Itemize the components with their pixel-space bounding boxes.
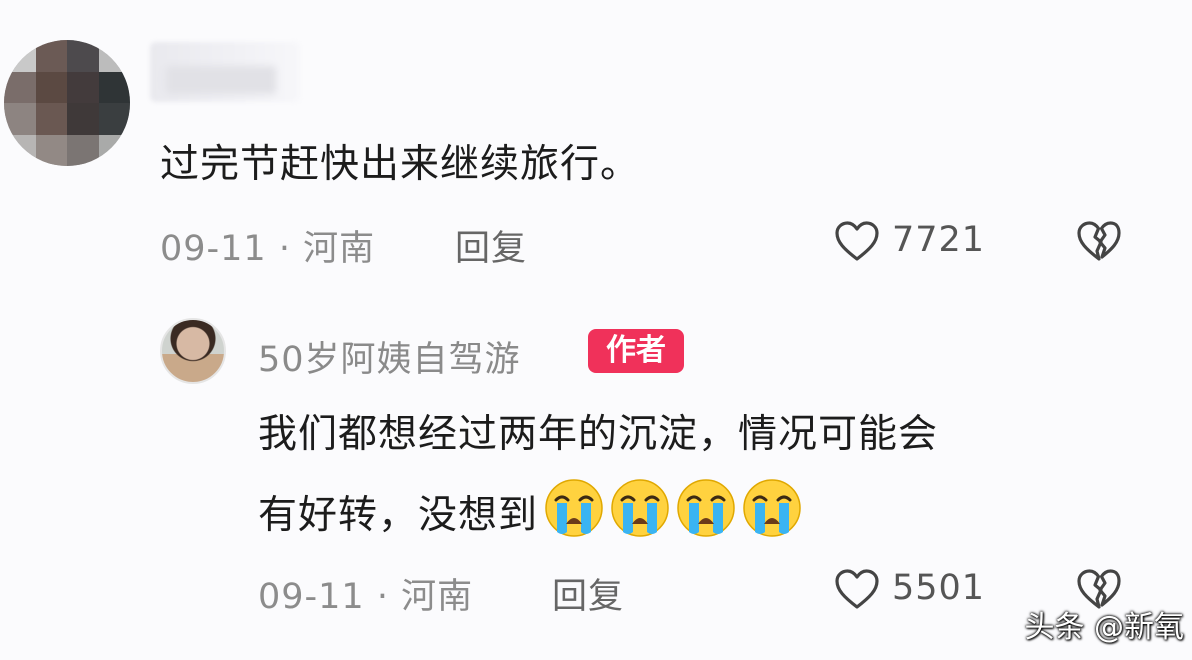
commenter-avatar-pixelated[interactable] bbox=[4, 40, 130, 166]
like-heart-icon[interactable] bbox=[834, 220, 880, 262]
crying-face-emoji-icon bbox=[544, 478, 604, 538]
author-avatar[interactable] bbox=[160, 318, 226, 384]
reply-like-count: 5501 bbox=[892, 568, 986, 608]
reply-date-location: 09-11 · 河南 bbox=[258, 577, 474, 617]
dislike-broken-heart-icon[interactable] bbox=[1076, 220, 1122, 262]
commenter-name-blurred[interactable] bbox=[150, 42, 300, 102]
reply-text-line-1: 我们都想经过两年的沉淀，情况可能会 bbox=[258, 412, 939, 457]
like-heart-icon[interactable] bbox=[834, 568, 880, 610]
comment-date-location: 09-11 · 河南 bbox=[160, 229, 376, 269]
crying-face-emoji-icon bbox=[610, 478, 670, 538]
crying-face-emoji-icon bbox=[676, 478, 736, 538]
author-name[interactable]: 50岁阿姨自驾游 bbox=[258, 331, 521, 382]
crying-face-emoji-icon bbox=[742, 478, 802, 538]
comment-reply-button[interactable]: 回复 bbox=[455, 220, 527, 271]
comment-text: 过完节赶快出来继续旅行。 bbox=[160, 142, 641, 187]
watermark: 头条 @新氧 bbox=[1024, 610, 1184, 645]
comment-like-count: 7721 bbox=[892, 220, 986, 260]
reply-text-line-2-text: 有好转，没想到 bbox=[258, 493, 539, 538]
reply-text-line-2: 有好转，没想到 bbox=[258, 478, 802, 549]
reply-reply-button[interactable]: 回复 bbox=[552, 568, 624, 619]
author-badge: 作者 bbox=[588, 329, 684, 373]
